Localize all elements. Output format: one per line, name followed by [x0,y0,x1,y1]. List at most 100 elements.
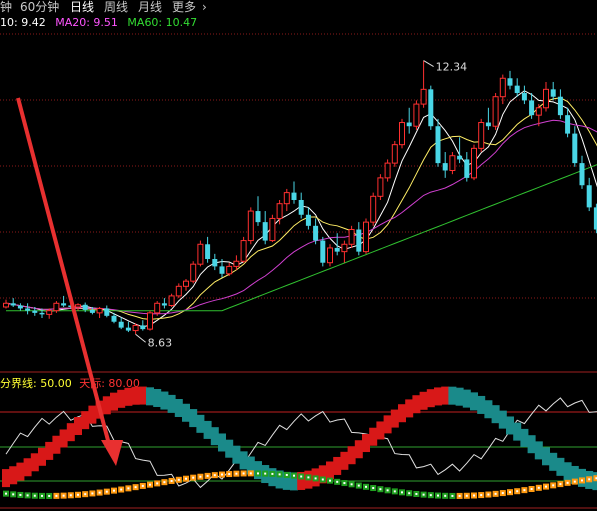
candle-body-down [507,78,513,86]
oscillator-band-dot [84,493,87,496]
oscillator-band-dot [249,472,252,475]
oscillator-band-dot [581,479,583,482]
candle-body-down [104,308,110,316]
candle-body-up [370,195,377,223]
candle-body-down [406,122,412,127]
oscillator-band-dot [401,491,403,494]
candle-body-up [341,243,348,253]
oscillator-wave-block [556,457,565,476]
oscillator-wave-block [470,392,478,411]
oscillator-wave-block [340,451,349,470]
candle-body-down [212,259,218,267]
high-price-label: 12.34 [436,61,468,74]
oscillator-band-dot [336,480,339,483]
candle-body-down [464,159,470,178]
oscillator-wave-block [23,458,32,477]
candle-body-down [435,126,441,164]
oscillator-wave-block [138,386,147,405]
oscillator-wave-block [383,415,392,434]
candle-body-down [118,321,124,328]
oscillator-band-dot [588,478,591,481]
oscillator-band-dot [465,494,468,497]
oscillator-wave-block [527,435,536,454]
high-marker-line [423,60,434,67]
candle-body-down [313,225,319,241]
oscillator-wave-block [196,414,205,433]
oscillator-band-dot [98,491,101,494]
candle-body-down [140,325,146,330]
oscillator-wave-block [455,387,464,406]
candle-body-up [53,302,60,312]
oscillator-wave-block [182,403,190,422]
red-arrow-shaft [16,97,112,449]
oscillator-band-dot [372,487,375,490]
oscillator-band-dot [437,494,439,497]
candle-body-up [471,147,477,179]
candle-body-down [125,327,131,331]
oscillator-wave-block [333,456,342,475]
oscillator-wave-block [354,440,363,459]
candle-body-up [543,88,549,109]
oscillator-wave-block [498,410,507,429]
oscillator-band-dot [415,492,418,495]
candle-body-up [233,260,240,267]
candle-body-down [262,222,268,241]
oscillator-band-dot [127,487,130,490]
candle-body-down [356,229,362,252]
candle-body-down [579,163,585,186]
candle-body-down [89,309,95,313]
oscillator-wave-block [88,405,97,424]
oscillator-band-dot [26,494,29,497]
oscillator-wave-block [9,466,18,485]
candle-body-down [298,200,304,215]
oscillator-band-dot [62,494,65,497]
oscillator-wave-block [347,446,356,465]
candle-body-up [449,155,456,171]
oscillator-band-dot [293,474,295,477]
candle-body-down [39,312,45,315]
oscillator-wave-block [45,441,54,460]
oscillator-band-dot [271,472,274,475]
oscillator-band-dot [573,480,576,483]
oscillator-wave-block [102,396,111,415]
oscillator-wave-block [369,427,378,446]
oscillator-wave-block [506,416,514,435]
oscillator-wave-block [254,461,262,480]
candle-body-down [550,89,556,97]
candle-body-down [255,211,261,223]
oscillator-wave-block [160,391,169,410]
oscillator-band-dot [559,483,562,486]
oscillator-wave-block [203,420,212,439]
candle-body-up [478,122,485,149]
oscillator-wave-block [376,421,385,440]
candle-body-up [420,88,427,105]
candle-body-down [557,96,563,116]
candle-body-down [111,315,117,322]
oscillator-band-dot [329,479,331,482]
candle-body-up [147,312,153,330]
candle-body-down [521,93,527,101]
candle-body-up [175,285,182,297]
candle-body-up [327,247,333,264]
oscillator-band-dot [509,491,511,494]
oscillator-wave-block [441,386,450,405]
oscillator-band-dot [523,489,526,492]
oscillator-band-dot [149,483,151,486]
oscillator-wave-block [52,435,61,454]
candle-body-up [183,280,189,287]
candle-body-up [535,107,542,116]
oscillator-band-dot [285,473,288,476]
oscillator-wave-block [218,433,226,452]
candle-body-down [565,115,571,134]
candle-body-down [485,122,491,127]
oscillator-band-dot [552,484,555,487]
stock-chart[interactable]: 12.34 8.63 [0,0,597,511]
oscillator-band-dot [494,492,497,495]
oscillator-band-dot [105,490,108,493]
candle-body-down [291,192,297,200]
oscillator-band-dot [350,483,353,486]
oscillator-band-dot [48,494,51,497]
oscillator-band-dot [19,493,22,496]
oscillator-band-dot [516,490,519,493]
oscillator-wave-block [398,404,406,423]
